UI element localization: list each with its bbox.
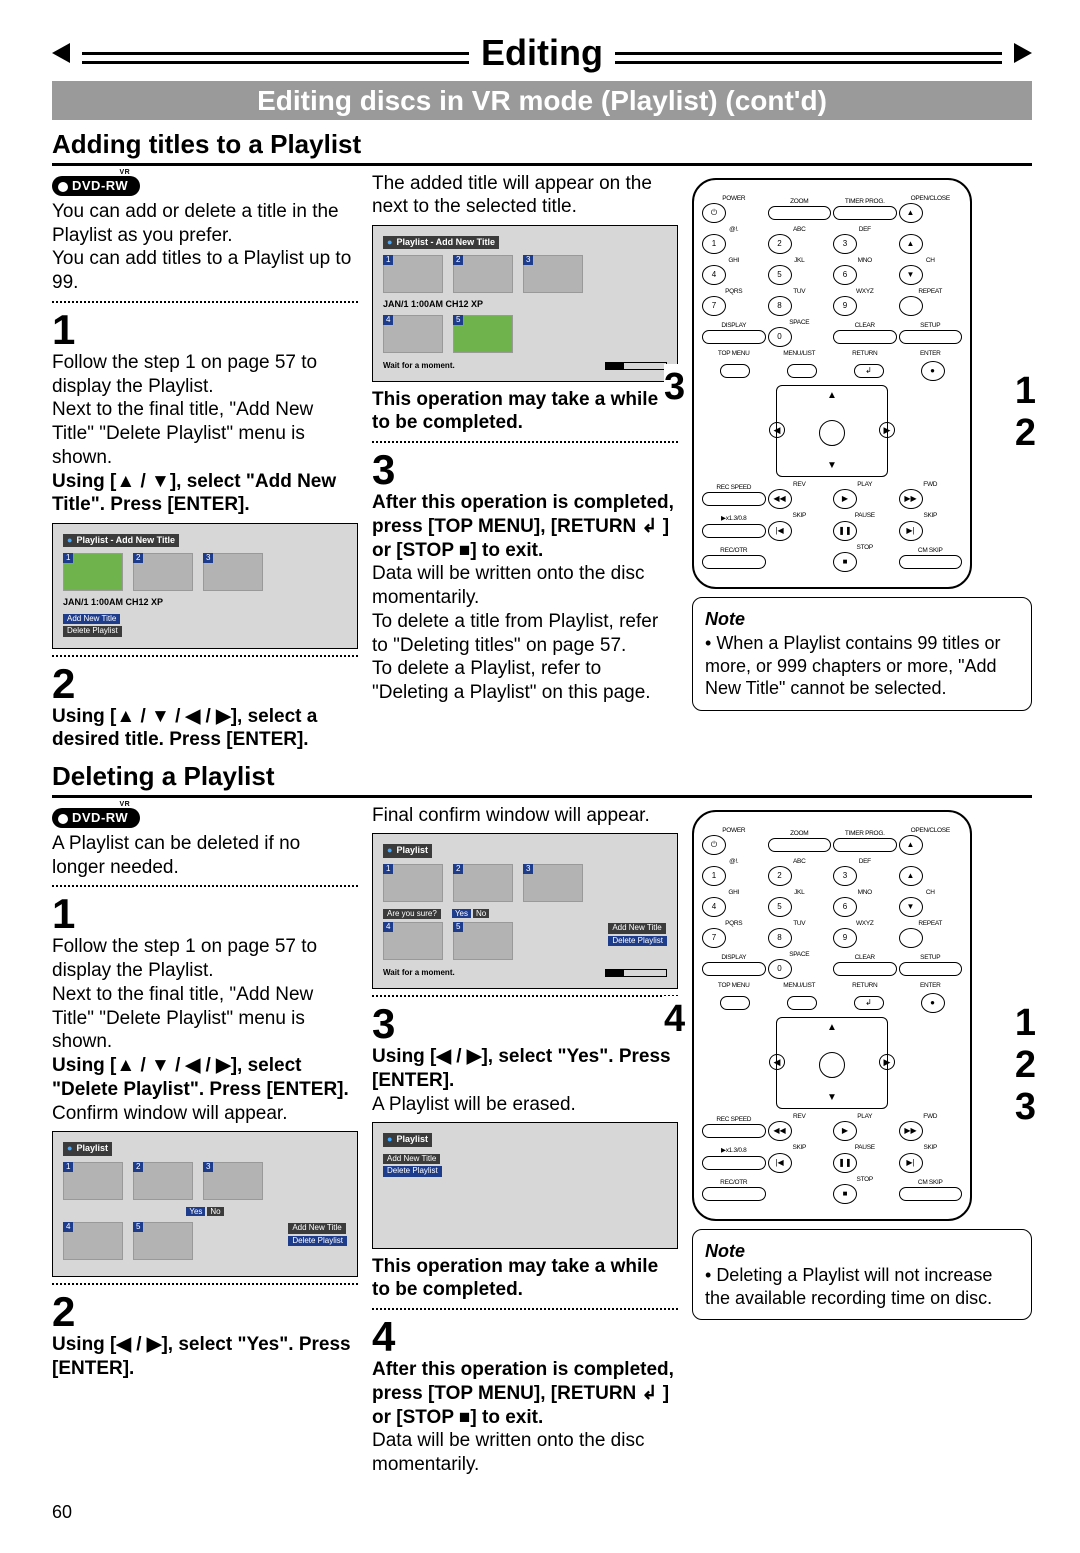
s1-step3b: Data will be written onto the disc momen…: [372, 562, 678, 610]
screen-add-title-2: Playlist - Add New Title 1 2 3 JAN/1 1:0…: [372, 225, 678, 382]
s2-step1b: Next to the final title, "Add New Title"…: [52, 983, 358, 1054]
s1-step1c: Using [▲ / ▼], select "Add New Title". P…: [52, 470, 358, 518]
note-box-1: Note • When a Playlist contains 99 title…: [692, 597, 1032, 711]
screen-delete-3: Playlist Add New Title Delete Playlist: [372, 1122, 678, 1248]
section2-title: Deleting a Playlist: [52, 760, 1032, 798]
remote-diagram-2: POWER⏻ ZOOM TIMER PROG. OPEN/CLOSE▲ @!.1…: [692, 810, 972, 1221]
top-banner: Editing: [52, 30, 1032, 75]
s2-step1c: Using [▲ / ▼ / ◀ / ▶], select "Delete Pl…: [52, 1054, 358, 1102]
s1-step3c: To delete a title from Playlist, refer t…: [372, 610, 678, 658]
s1-col2-intro: The added title will appear on the next …: [372, 172, 678, 220]
s1-step3-num: 3: [372, 449, 678, 491]
ornament-left-icon: [52, 43, 70, 63]
progress-bar-icon: [605, 362, 667, 370]
screen-delete-1: Playlist 1 2 3 YesNo 4 5 Add New Title D…: [52, 1131, 358, 1277]
s2-step3-num: 3: [372, 1003, 678, 1045]
s1-step1b: Next to the final title, "Add New Title"…: [52, 398, 358, 469]
s2-intro: A Playlist can be deleted if no longer n…: [52, 832, 358, 880]
screen-delete-2: Playlist 1 2 3 Are you sure? YesNo 4 5 A…: [372, 833, 678, 989]
callout-2: 2: [1015, 410, 1036, 458]
s2-step2a: Using [◀ / ▶], select "Yes". Press [ENTE…: [52, 1333, 358, 1381]
s2-step2-num: 2: [52, 1291, 358, 1333]
dpad-icon: ▲ ▼ ◀ ▶: [776, 1017, 888, 1109]
ornament-right-icon: [1014, 43, 1032, 63]
callout-1b: 1: [1015, 1000, 1036, 1048]
s1-step2-num: 2: [52, 663, 358, 705]
s1-intro1: You can add or delete a title in the Pla…: [52, 200, 358, 248]
s1-intro2: You can add titles to a Playlist up to 9…: [52, 247, 358, 295]
s2-step4-num: 4: [372, 1316, 678, 1358]
callout-2b: 2: [1015, 1042, 1036, 1090]
s2-step1d: Confirm window will appear.: [52, 1102, 358, 1126]
dpad-icon: ▲ ▼ ◀ ▶: [776, 385, 888, 477]
callout-3b: 3: [1015, 1084, 1036, 1132]
callout-4: 4: [664, 996, 685, 1044]
page-number: 60: [52, 1501, 1032, 1524]
s2-step4b: Data will be written onto the disc momen…: [372, 1429, 678, 1477]
s1-step2a: Using [▲ / ▼ / ◀ / ▶], select a desired …: [52, 705, 358, 753]
s2-step3b: A Playlist will be erased.: [372, 1093, 678, 1117]
s2-step3a: Using [◀ / ▶], select "Yes". Press [ENTE…: [372, 1045, 678, 1093]
callout-1: 1: [1015, 368, 1036, 416]
s1-warn: This operation may take a while to be co…: [372, 388, 678, 436]
s2-step1-num: 1: [52, 893, 358, 935]
dvd-rw-badge-2: VRDVD-RW: [52, 808, 140, 828]
callout-3: 3: [664, 364, 685, 412]
sub-banner: Editing discs in VR mode (Playlist) (con…: [52, 81, 1032, 120]
section1-title: Adding titles to a Playlist: [52, 128, 1032, 166]
screen-add-title-1: Playlist - Add New Title 1 2 3 JAN/1 1:0…: [52, 523, 358, 649]
s2-step1a: Follow the step 1 on page 57 to display …: [52, 935, 358, 983]
progress-bar-icon: [605, 969, 667, 977]
remote-diagram: POWER⏻ ZOOM TIMER PROG. OPEN/CLOSE▲ @!.1…: [692, 178, 972, 589]
s1-step1-num: 1: [52, 309, 358, 351]
page-title: Editing: [481, 30, 603, 75]
s1-step1a: Follow the step 1 on page 57 to display …: [52, 351, 358, 399]
s2-col2-intro: Final confirm window will appear.: [372, 804, 678, 828]
s1-step3d: To delete a Playlist, refer to "Deleting…: [372, 657, 678, 705]
s2-warn: This operation may take a while to be co…: [372, 1255, 678, 1303]
s1-step3a: After this operation is completed, press…: [372, 491, 678, 562]
dvd-rw-badge: VRDVD-RW: [52, 176, 140, 196]
note-box-2: Note • Deleting a Playlist will not incr…: [692, 1229, 1032, 1321]
s2-step4a: After this operation is completed, press…: [372, 1358, 678, 1429]
